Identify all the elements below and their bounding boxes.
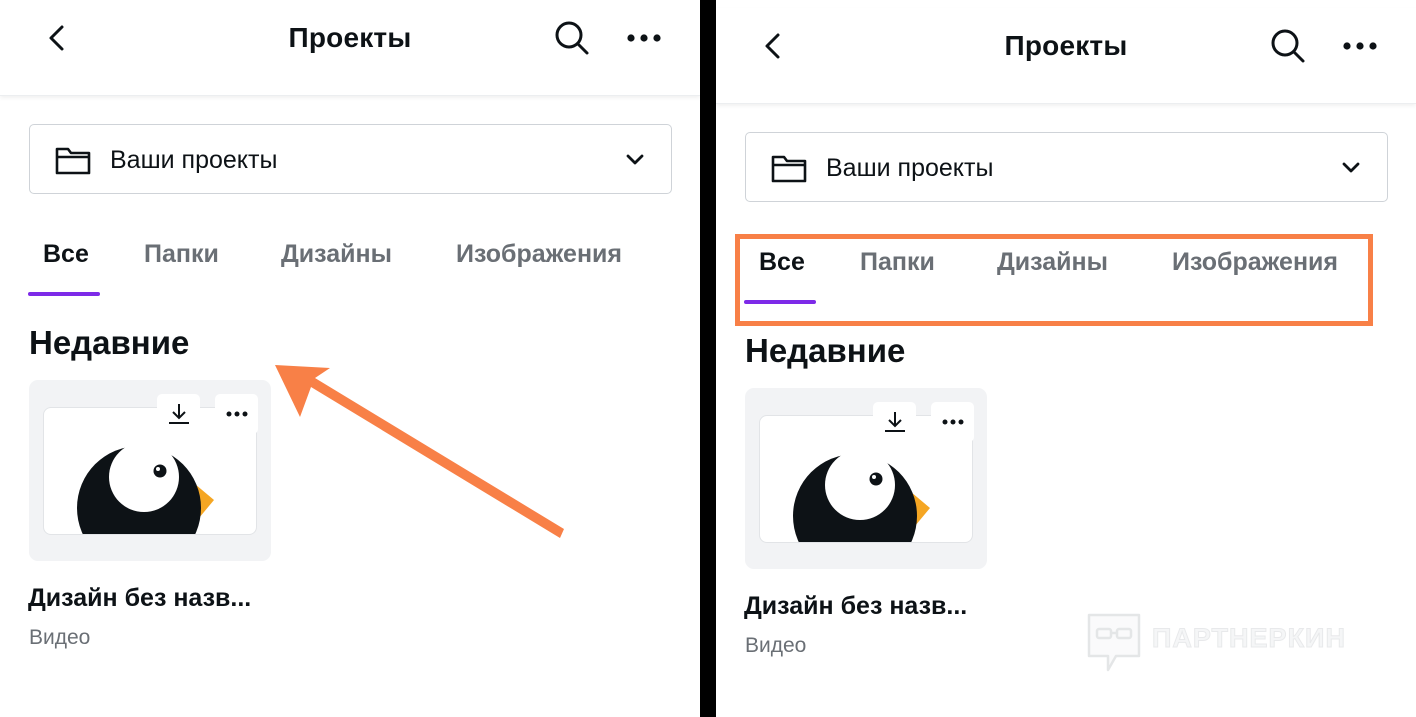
active-tab-indicator [28, 292, 100, 296]
tab-bar: Все Папки Дизайны Изображения [716, 234, 1416, 306]
search-icon[interactable] [1268, 26, 1308, 66]
page-title: Проекты [1004, 30, 1128, 61]
card-more-button[interactable] [215, 394, 258, 434]
folder-icon [771, 155, 807, 183]
folder-icon [55, 147, 91, 175]
search-icon[interactable] [552, 18, 592, 58]
tab-images[interactable]: Изображения [1172, 248, 1338, 277]
design-card[interactable] [745, 388, 987, 569]
tab-all[interactable]: Все [759, 248, 805, 277]
chevron-down-icon [1342, 162, 1360, 173]
page-title: Проекты [288, 22, 412, 53]
design-type: Видео [745, 634, 807, 657]
tab-images[interactable]: Изображения [456, 240, 622, 269]
card-more-button[interactable] [931, 402, 974, 442]
active-tab-indicator [744, 300, 816, 304]
download-button[interactable] [157, 394, 200, 434]
design-title[interactable]: Дизайн без назв... [28, 584, 251, 613]
tab-designs[interactable]: Дизайны [281, 240, 392, 269]
screenshot-panel-right: Проекты Ваши проекты Все Папки Дизайны И… [716, 0, 1416, 717]
section-heading: Недавние [29, 324, 190, 361]
tab-bar: Все Папки Дизайны Изображения [0, 226, 700, 298]
folder-dropdown-label: Ваши проекты [826, 154, 994, 182]
tab-designs[interactable]: Дизайны [997, 248, 1108, 277]
panel-content: Проекты Ваши проекты Все Папки Дизайны И… [716, 8, 1416, 717]
folder-dropdown-label: Ваши проекты [110, 146, 278, 174]
chevron-down-icon [626, 154, 644, 165]
more-options-icon [942, 419, 964, 425]
design-title[interactable]: Дизайн без назв... [744, 592, 967, 621]
section-heading: Недавние [745, 332, 906, 369]
download-button[interactable] [873, 402, 916, 442]
tab-folders[interactable]: Папки [144, 240, 219, 269]
more-options-icon [226, 411, 248, 417]
more-options-icon[interactable] [624, 24, 664, 52]
annotation-arrow [275, 365, 564, 538]
tab-all[interactable]: Все [43, 240, 89, 269]
tab-folders[interactable]: Папки [860, 248, 935, 277]
watermark-logo-icon [1087, 613, 1141, 672]
folder-dropdown[interactable]: Ваши проекты [29, 124, 672, 194]
watermark-text: ПАРТНЕРКИН [1152, 623, 1346, 654]
top-app-bar: Проекты [0, 0, 700, 96]
top-app-bar: Проекты [716, 8, 1416, 104]
design-type: Видео [29, 626, 91, 649]
download-icon [169, 404, 189, 424]
design-card[interactable] [29, 380, 271, 561]
screenshot-panel-left: Проекты Ваши проекты Все Папки Дизайны И… [0, 0, 700, 717]
more-options-icon[interactable] [1340, 32, 1380, 60]
download-icon [885, 412, 905, 432]
folder-dropdown[interactable]: Ваши проекты [745, 132, 1388, 202]
